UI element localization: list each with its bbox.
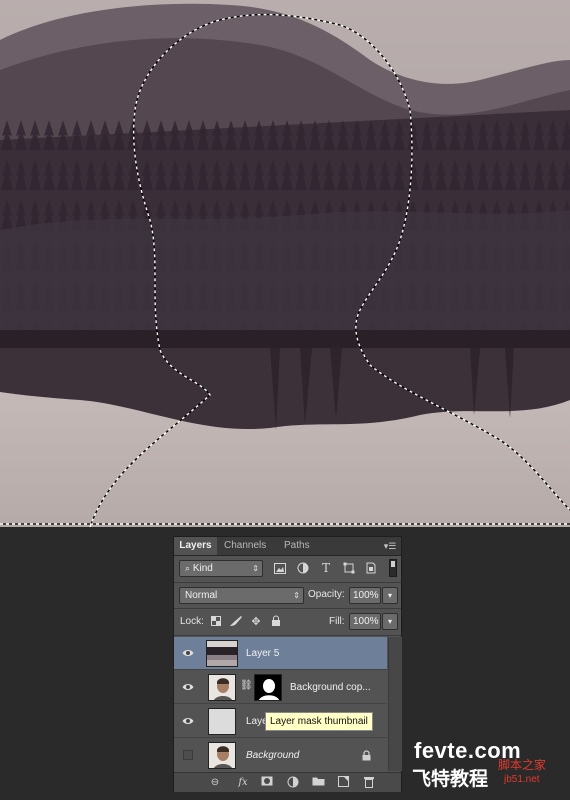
lock-transparent-icon[interactable] bbox=[208, 613, 224, 629]
tab-paths[interactable]: Paths bbox=[284, 537, 310, 555]
new-layer-icon[interactable] bbox=[336, 776, 350, 789]
type-filter-icon[interactable]: T bbox=[319, 561, 333, 575]
layer-row-background-copy[interactable]: ⛓ Background cop... bbox=[174, 671, 387, 704]
opacity-input[interactable]: 100% bbox=[349, 587, 381, 604]
watermark-red-url: jb51.net bbox=[504, 774, 540, 785]
image-filter-icon[interactable] bbox=[273, 561, 287, 575]
mask-link-icon[interactable]: ⛓ bbox=[240, 680, 253, 691]
fill-slider-button[interactable]: ▾ bbox=[382, 613, 398, 630]
link-icon[interactable]: ⊖ bbox=[208, 776, 222, 789]
layer-name[interactable]: Background cop... bbox=[290, 682, 371, 693]
tooltip: Layer mask thumbnail bbox=[265, 712, 373, 731]
lock-label: Lock: bbox=[180, 616, 204, 627]
layer-name[interactable]: Background bbox=[246, 750, 299, 761]
tab-layers[interactable]: Layers bbox=[174, 537, 217, 555]
fill-input[interactable]: 100% bbox=[349, 613, 381, 630]
layers-panel: Layers Channels Paths ▾☰ ⌕ Kind ⇕ T Norm… bbox=[173, 536, 402, 792]
layers-list: Layer 5 ⛓ Background cop... Laye Backgro… bbox=[174, 637, 387, 771]
layer-thumbnail[interactable] bbox=[208, 674, 236, 701]
layer-mask-thumbnail[interactable] bbox=[254, 674, 282, 701]
add-mask-icon[interactable] bbox=[260, 776, 274, 789]
visibility-eye-icon[interactable] bbox=[182, 715, 194, 727]
lock-paint-icon[interactable] bbox=[228, 613, 244, 629]
lock-icon bbox=[362, 750, 371, 761]
layer-row-background[interactable]: Background bbox=[174, 739, 387, 771]
layer-row-layer-5[interactable]: Layer 5 bbox=[174, 637, 387, 670]
layer-name[interactable]: Layer 5 bbox=[246, 648, 279, 659]
layer-thumbnail[interactable] bbox=[206, 640, 238, 667]
blend-mode-value: Normal bbox=[185, 590, 218, 601]
adjustment-layer-icon[interactable] bbox=[286, 776, 300, 789]
smart-object-filter-icon[interactable] bbox=[364, 561, 378, 575]
group-folder-icon[interactable] bbox=[311, 776, 325, 789]
document-canvas[interactable] bbox=[0, 0, 570, 527]
watermark: fevte.com 飞特教程 脚本之家 jb51.net bbox=[412, 738, 570, 800]
updown-arrow-icon: ⇕ bbox=[293, 591, 300, 600]
blend-mode-dropdown[interactable]: Normal ⇕ bbox=[179, 587, 304, 604]
trash-icon[interactable] bbox=[362, 776, 376, 789]
kind-filter-label: Kind bbox=[192, 563, 213, 574]
chevron-down-icon: ▾ bbox=[387, 617, 392, 626]
watermark-red: 脚本之家 bbox=[498, 758, 547, 772]
lock-move-icon[interactable]: ✥ bbox=[248, 613, 264, 629]
fx-icon[interactable]: fx bbox=[236, 776, 250, 789]
opacity-slider-button[interactable]: ▾ bbox=[382, 587, 398, 604]
panel-menu-icon[interactable]: ▾☰ bbox=[383, 540, 397, 552]
lock-all-icon[interactable] bbox=[268, 613, 284, 629]
watermark-sub: 飞特教程 bbox=[412, 769, 489, 790]
forest-lake-photo bbox=[0, 0, 570, 527]
search-icon: ⌕ bbox=[185, 563, 191, 573]
layer-thumbnail[interactable] bbox=[208, 742, 236, 769]
updown-arrow-icon: ⇕ bbox=[252, 564, 259, 573]
layers-bottom-toolbar: ⊖ fx bbox=[174, 772, 401, 792]
filter-toggle-switch[interactable] bbox=[389, 559, 397, 577]
layers-scrollbar[interactable] bbox=[388, 637, 402, 771]
tab-channels[interactable]: Channels bbox=[224, 537, 266, 555]
visibility-toggle-off[interactable] bbox=[183, 750, 193, 760]
fill-label: Fill: bbox=[329, 616, 345, 627]
shape-filter-icon[interactable] bbox=[342, 561, 356, 575]
chevron-down-icon: ▾ bbox=[387, 591, 392, 600]
opacity-label: Opacity: bbox=[308, 589, 345, 600]
panel-tab-bar: Layers Channels Paths ▾☰ bbox=[174, 537, 401, 556]
visibility-eye-icon[interactable] bbox=[182, 681, 194, 693]
adjustment-filter-icon[interactable] bbox=[296, 561, 310, 575]
kind-filter-dropdown[interactable]: ⌕ Kind ⇕ bbox=[179, 560, 263, 577]
visibility-eye-icon[interactable] bbox=[182, 647, 194, 659]
layer-thumbnail[interactable] bbox=[208, 708, 236, 735]
